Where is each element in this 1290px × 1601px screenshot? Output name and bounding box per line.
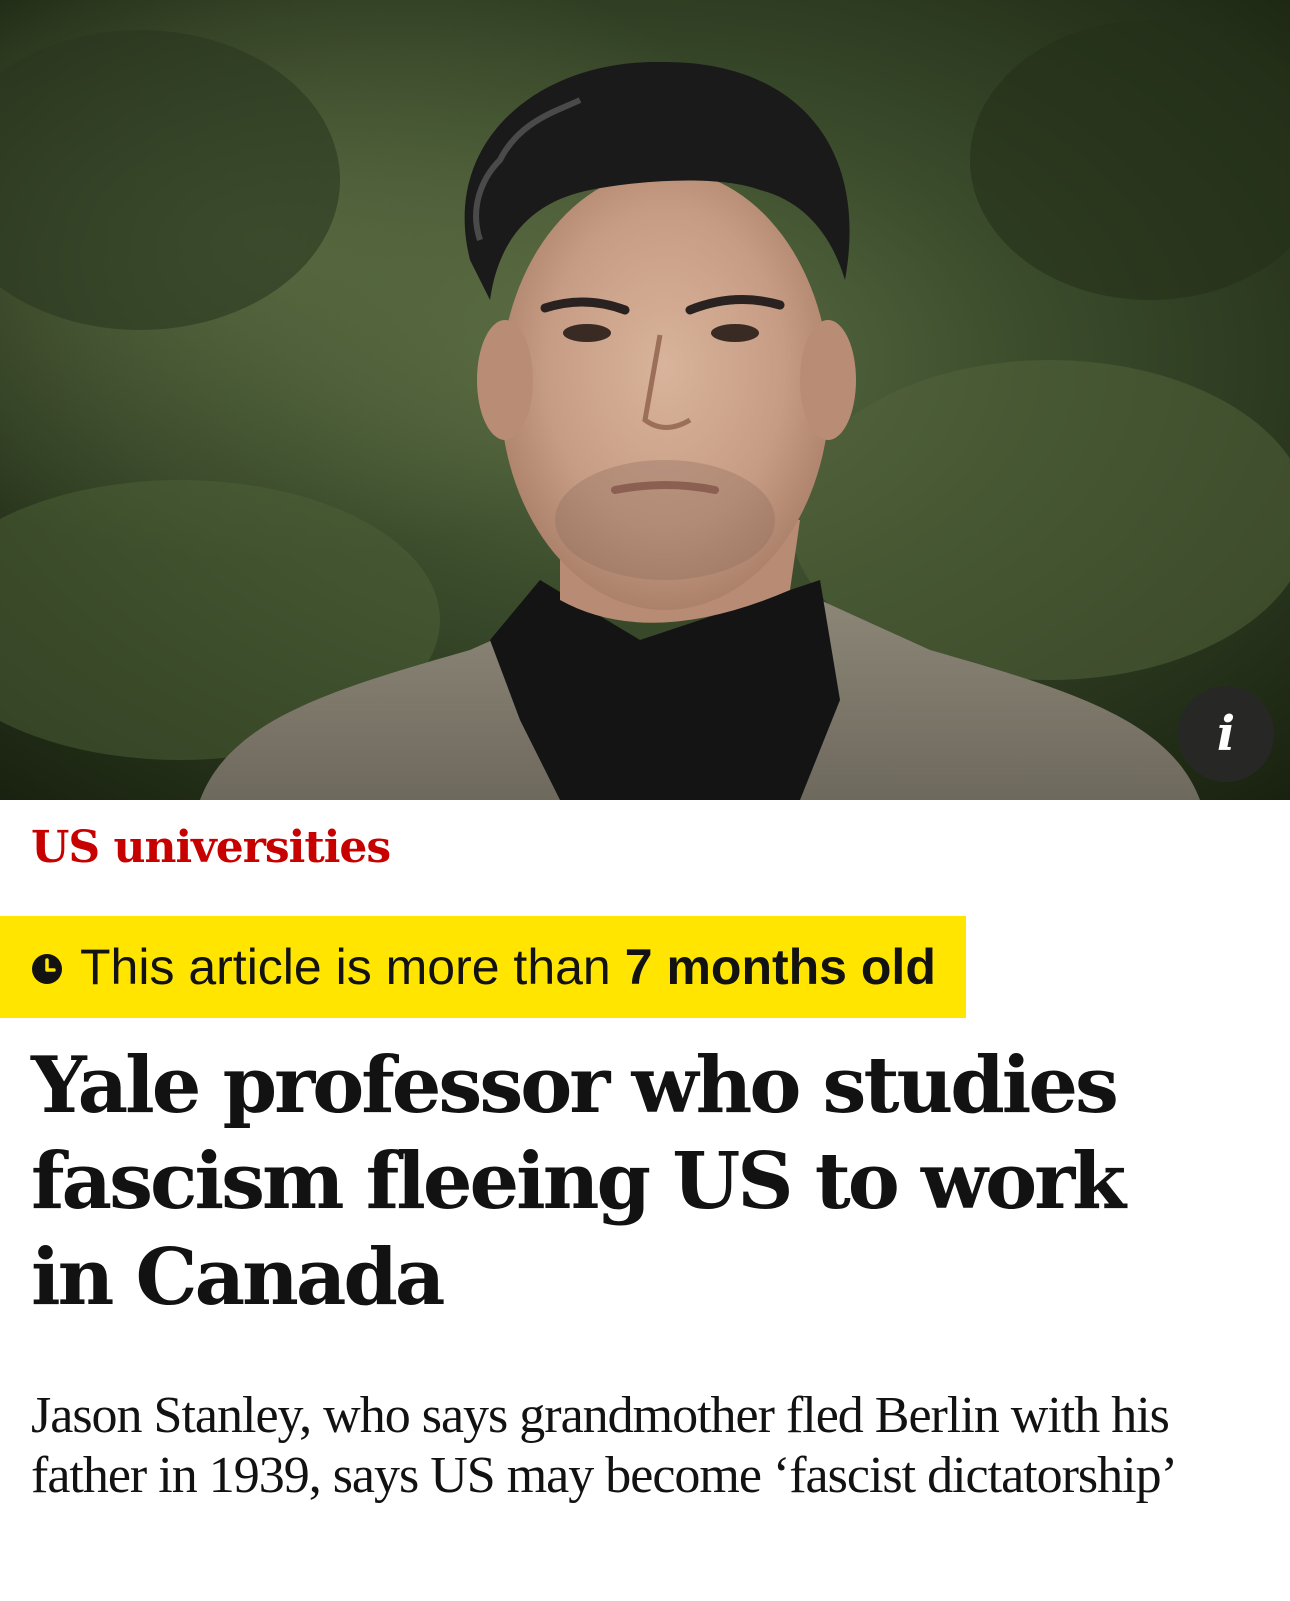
age-notice-text: This article is more than	[80, 939, 611, 995]
hero-image: i	[0, 0, 1290, 800]
portrait-photo	[0, 0, 1290, 800]
age-notice-age: 7 months old	[624, 939, 936, 995]
info-icon: i	[1216, 706, 1236, 762]
article-standfirst: Jason Stanley, who says grandmother fled…	[31, 1387, 1178, 1504]
article-page: i US universities This article is more t…	[0, 0, 1290, 1601]
clock-icon	[32, 954, 62, 984]
article-age-notice: This article is more than 7 months old	[0, 916, 966, 1018]
section-kicker-link[interactable]: US universities	[31, 822, 391, 873]
image-info-button[interactable]: i	[1178, 686, 1274, 782]
article-headline: Yale professor who studies fascism fleei…	[31, 1040, 1126, 1323]
